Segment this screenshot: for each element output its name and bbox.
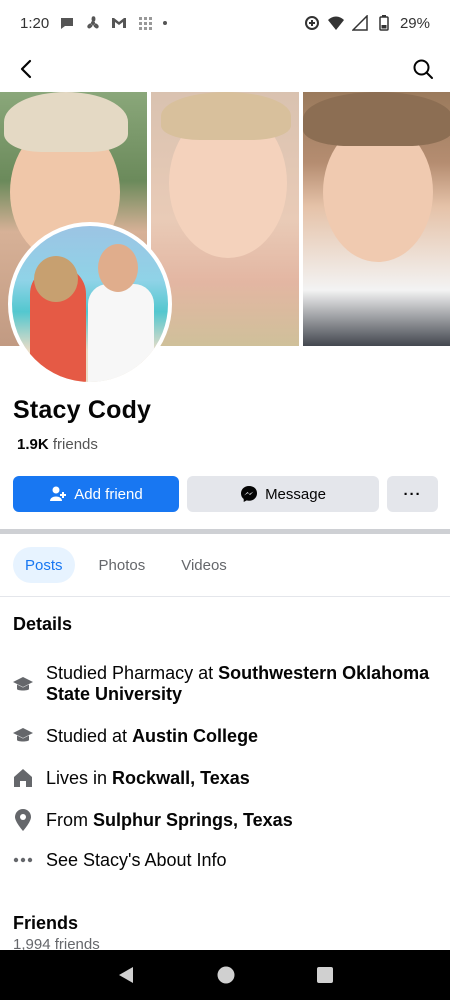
more-dots-icon [13, 850, 33, 870]
system-nav-bar [0, 950, 450, 1000]
detail-text: From Sulphur Springs, Texas [46, 810, 293, 830]
detail-item-education-2: Studied at Austin College [13, 726, 438, 747]
back-button[interactable] [12, 54, 42, 84]
messenger-icon [241, 486, 258, 502]
status-bar: 1:20 29% [0, 0, 450, 46]
notification-dot-icon [163, 21, 168, 25]
graduation-cap-icon [13, 675, 33, 695]
add-person-icon [50, 486, 67, 501]
message-label: Message [265, 485, 326, 503]
back-arrow-icon [20, 59, 32, 79]
nav-back-icon[interactable] [117, 966, 135, 984]
wifi-icon [327, 16, 344, 30]
top-bar [0, 46, 450, 92]
add-friend-button[interactable]: Add friend [13, 476, 179, 512]
detail-item-lives-in: Lives in Rockwall, Texas [13, 768, 438, 789]
search-button[interactable] [408, 54, 438, 84]
profile-tabs: Posts Photos Videos [13, 547, 239, 583]
more-dots-icon: ··· [403, 485, 422, 503]
cover-photo-child-3 [302, 92, 450, 346]
graduation-cap-icon [13, 726, 33, 746]
detail-text: Lives in Rockwall, Texas [46, 768, 250, 788]
tab-videos[interactable]: Videos [169, 547, 239, 583]
friends-section-title: Friends [13, 913, 79, 933]
tabs-divider [0, 596, 450, 597]
detail-item-from: From Sulphur Springs, Texas [13, 809, 438, 831]
details-title: Details [13, 614, 73, 634]
section-divider [0, 529, 450, 534]
home-icon [13, 768, 33, 788]
search-icon [413, 59, 433, 79]
nav-home-icon[interactable] [217, 966, 235, 984]
signal-icon [351, 15, 368, 31]
cover-photo-child-2 [151, 92, 299, 346]
location-pin-icon [13, 809, 33, 831]
tab-posts[interactable]: Posts [13, 547, 75, 583]
profile-avatar[interactable] [8, 222, 172, 386]
friends-count: 1.9K [17, 436, 49, 453]
tab-photos[interactable]: Photos [87, 547, 158, 583]
battery-percent: 29% [399, 14, 430, 32]
detail-text: Studied Pharmacy at Southwestern Oklahom… [46, 663, 430, 704]
nav-recents-icon[interactable] [317, 967, 333, 983]
detail-item-education-1: Studied Pharmacy at Southwestern Oklahom… [13, 663, 438, 705]
battery-icon [379, 15, 389, 31]
add-friend-label: Add friend [74, 485, 143, 503]
detail-text: Studied at Austin College [46, 726, 259, 746]
grid-apps-icon [139, 17, 153, 30]
more-options-button[interactable]: ··· [387, 476, 438, 512]
chat-bubble-icon [61, 18, 74, 29]
data-saver-icon [304, 16, 319, 30]
see-about-info-link[interactable]: See Stacy's About Info [13, 850, 438, 871]
friends-label: friends [52, 436, 98, 453]
message-button[interactable]: Message [187, 476, 379, 512]
profile-name: Stacy Cody [13, 396, 152, 424]
friends-summary[interactable]: 1.9K friends [17, 436, 98, 453]
gmail-icon [112, 18, 127, 28]
profile-actions: Add friend Message ··· [13, 476, 438, 512]
fan-icon [87, 16, 99, 29]
status-time: 1:20 [20, 14, 50, 32]
detail-text: See Stacy's About Info [46, 850, 227, 870]
